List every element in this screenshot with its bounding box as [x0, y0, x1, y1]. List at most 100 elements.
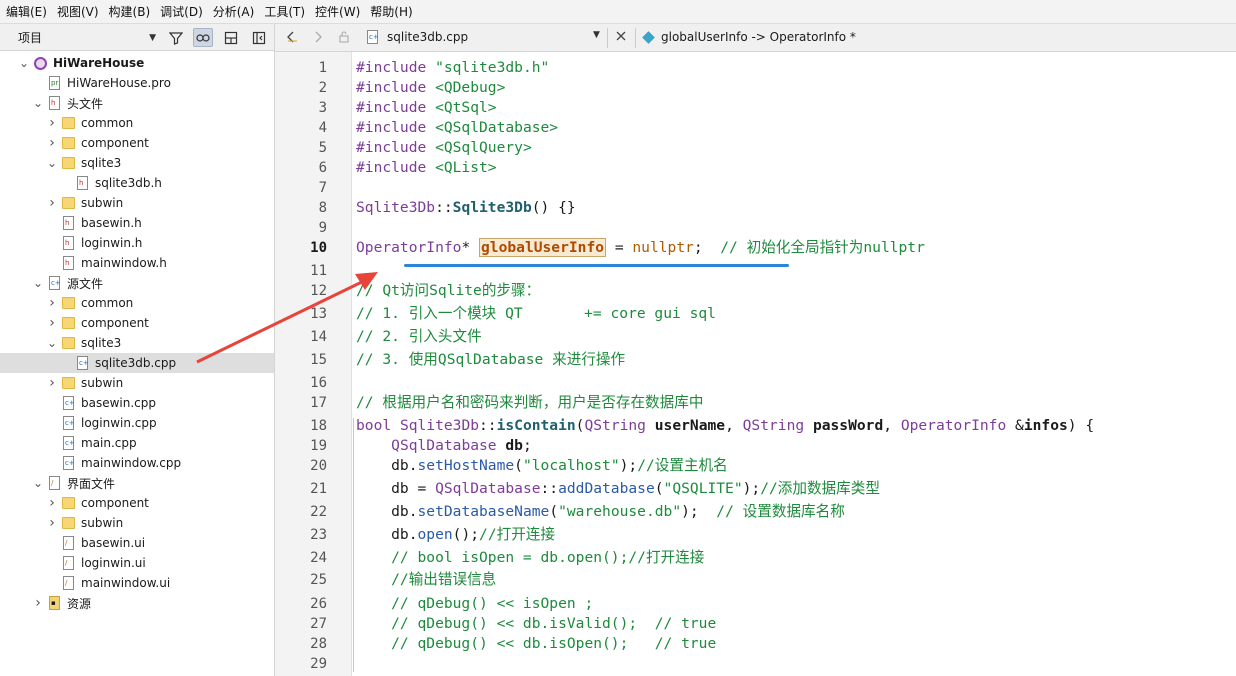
tree-item[interactable]: › component: [0, 493, 274, 513]
menu-item[interactable]: 分析(A): [213, 3, 263, 20]
tree-item-label: mainwindow.h: [81, 256, 167, 270]
code-line[interactable]: db.setHostName("localhost");//设置主机名: [356, 456, 728, 476]
code-line[interactable]: #include <QtSql>: [356, 98, 497, 118]
code-token: #include: [356, 139, 436, 156]
tree-item[interactable]: › subwin: [0, 513, 274, 533]
code-token: #include: [356, 119, 436, 136]
tree-item[interactable]: h basewin.h: [0, 213, 274, 233]
chevron-down-icon[interactable]: ⌄: [18, 57, 30, 69]
chevron-down-icon[interactable]: ⌄: [46, 157, 58, 169]
chevron-right-icon[interactable]: ›: [46, 315, 58, 331]
menu-item[interactable]: 编辑(E): [6, 3, 55, 20]
tree-item[interactable]: c+ basewin.cpp: [0, 393, 274, 413]
tree-item[interactable]: h mainwindow.h: [0, 253, 274, 273]
back-icon[interactable]: [284, 30, 298, 44]
tree-item[interactable]: › subwin: [0, 373, 274, 393]
code-line[interactable]: #include <QSqlDatabase>: [356, 118, 558, 138]
code-line[interactable]: db = QSqlDatabase::addDatabase("QSQLITE"…: [356, 479, 880, 499]
chevron-right-icon[interactable]: ›: [32, 595, 44, 611]
tree-item[interactable]: c+ mainwindow.cpp: [0, 453, 274, 473]
menu-item[interactable]: 帮助(H): [370, 3, 420, 20]
filter-icon[interactable]: [166, 28, 186, 47]
chevron-right-icon[interactable]: ›: [46, 375, 58, 391]
tree-item[interactable]: › subwin: [0, 193, 274, 213]
tree-item[interactable]: ⌄ sqlite3: [0, 153, 274, 173]
chevron-right-icon[interactable]: ›: [46, 515, 58, 531]
chevron-right-icon[interactable]: ›: [46, 115, 58, 131]
code-token: OperatorInfo: [900, 417, 1016, 434]
code-line[interactable]: #include <QSqlQuery>: [356, 138, 532, 158]
code-line[interactable]: // qDebug() << isOpen ;: [356, 594, 593, 614]
tree-item[interactable]: › component: [0, 313, 274, 333]
file-selector[interactable]: c+ sqlite3db.cpp: [366, 30, 468, 44]
project-view-select[interactable]: 项目 ▼: [12, 27, 160, 48]
code-line[interactable]: // qDebug() << db.isOpen(); // true: [356, 634, 716, 654]
close-icon[interactable]: [614, 29, 628, 43]
code-line[interactable]: QSqlDatabase db;: [356, 436, 532, 456]
code-line[interactable]: // 3. 使用QSqlDatabase 来进行操作: [356, 350, 625, 370]
code-line[interactable]: // 2. 引入头文件: [356, 327, 482, 347]
code-editor[interactable]: 1 2 3 4 5 6 7 8 9 10 11 12 13 14 15 16 17 18 19 20 21 22 23 24 2…: [275, 52, 1236, 676]
code-line[interactable]: // Qt访问Sqlite的步骤：: [356, 281, 540, 301]
tree-item[interactable]: c+ main.cpp: [0, 433, 274, 453]
tree-item[interactable]: ⌄ / 界面文件: [0, 473, 274, 493]
code-token: // qDebug() << isOpen ;: [356, 595, 594, 612]
close-sidebar-icon[interactable]: [249, 28, 269, 47]
code-line[interactable]: // bool isOpen = db.open();//打开连接: [356, 548, 704, 568]
menu-item[interactable]: 工具(T): [264, 3, 313, 20]
chevron-right-icon[interactable]: ›: [46, 495, 58, 511]
link-icon[interactable]: [193, 28, 213, 47]
cpp-file-icon: c+: [62, 456, 75, 470]
code-token: "sqlite3db.h": [435, 59, 550, 76]
tree-item[interactable]: / mainwindow.ui: [0, 573, 274, 593]
code-token: //打开连接: [479, 526, 555, 543]
chevron-down-icon[interactable]: ⌄: [32, 97, 44, 109]
tree-item-label: sqlite3db.cpp: [95, 356, 177, 370]
tree-item[interactable]: › component: [0, 133, 274, 153]
split-icon[interactable]: [221, 28, 241, 47]
tree-item[interactable]: / basewin.ui: [0, 533, 274, 553]
menu-item[interactable]: 构建(B): [109, 3, 159, 20]
menu-item[interactable]: 视图(V): [57, 3, 107, 20]
tree-item[interactable]: › common: [0, 113, 274, 133]
code-line[interactable]: // 根据用户名和密码来判断，用户是否存在数据库中: [356, 393, 703, 413]
menu-item[interactable]: 调试(D): [160, 3, 211, 20]
code-line[interactable]: // 1. 引入一个模块 QT += core gui sql: [356, 304, 716, 324]
line-number: 18: [310, 418, 327, 434]
code-line[interactable]: db.setDatabaseName("warehouse.db"); // 设…: [356, 502, 845, 522]
symbol-selector[interactable]: globalUserInfo -> OperatorInfo *: [642, 30, 856, 44]
code-line[interactable]: bool Sqlite3Db::isContain(QString userNa…: [356, 416, 1094, 436]
code-line[interactable]: #include <QList>: [356, 158, 497, 178]
code-line[interactable]: //输出错误信息: [356, 570, 496, 590]
chevron-down-icon[interactable]: ▼: [593, 30, 600, 40]
code-line[interactable]: #include <QDebug>: [356, 78, 505, 98]
pro-file-icon: pr: [48, 76, 61, 90]
tree-item[interactable]: › ▪ 资源: [0, 593, 274, 613]
chevron-right-icon[interactable]: ›: [46, 295, 58, 311]
tree-item[interactable]: c+ loginwin.cpp: [0, 413, 274, 433]
tree-item[interactable]: ⌄ h 头文件: [0, 93, 274, 113]
chevron-down-icon[interactable]: ⌄: [32, 277, 44, 289]
tree-item[interactable]: h sqlite3db.h: [0, 173, 274, 193]
tree-item[interactable]: pr HiWareHouse.pro: [0, 73, 274, 93]
code-line[interactable]: Sqlite3Db::Sqlite3Db() {}: [356, 198, 576, 218]
code-token: QString: [742, 417, 813, 434]
code-line[interactable]: #include "sqlite3db.h": [356, 58, 549, 78]
chevron-right-icon[interactable]: ›: [46, 135, 58, 151]
tree-item[interactable]: ⌄ sqlite3: [0, 333, 274, 353]
tree-item[interactable]: c+ sqlite3db.cpp: [0, 353, 274, 373]
forward-icon[interactable]: [311, 30, 325, 44]
chevron-down-icon[interactable]: ⌄: [32, 477, 44, 489]
code-line[interactable]: OperatorInfo* globalUserInfo = nullptr; …: [356, 238, 925, 258]
tree-item[interactable]: / loginwin.ui: [0, 553, 274, 573]
code-line[interactable]: db.open();//打开连接: [356, 525, 555, 545]
code-line[interactable]: // qDebug() << db.isValid(); // true: [356, 614, 716, 634]
tree-item[interactable]: ⌄ HiWareHouse: [0, 53, 274, 73]
code-token: );: [742, 480, 761, 497]
menu-item[interactable]: 控件(W): [315, 3, 368, 20]
tree-item[interactable]: › common: [0, 293, 274, 313]
chevron-right-icon[interactable]: ›: [46, 195, 58, 211]
tree-item[interactable]: h loginwin.h: [0, 233, 274, 253]
tree-item[interactable]: ⌄ c+ 源文件: [0, 273, 274, 293]
chevron-down-icon[interactable]: ⌄: [46, 337, 58, 349]
